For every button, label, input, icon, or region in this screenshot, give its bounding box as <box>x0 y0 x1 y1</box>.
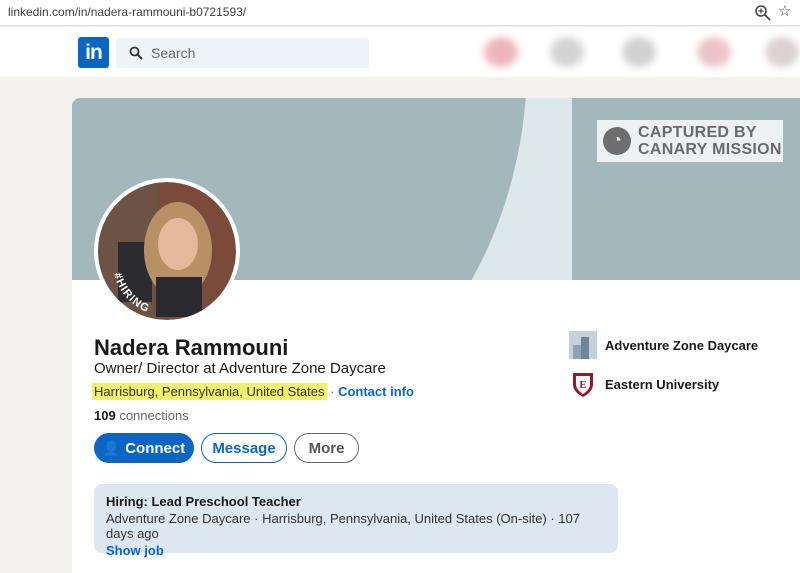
company-name: Adventure Zone Daycare <box>605 337 759 353</box>
hiring-card[interactable]: Hiring: Lead Preschool Teacher Adventure… <box>94 484 618 558</box>
url-text[interactable]: linkedin.com/in/nadera-rammouni-b0721593… <box>8 5 246 19</box>
profile-name: Nadera Rammouni <box>94 335 289 360</box>
connect-label: Connect <box>125 439 186 457</box>
school-shield-icon: E <box>573 373 593 397</box>
watermark-line2: CANARY MISSION <box>638 141 782 158</box>
blurred-nav-icon[interactable] <box>622 37 656 67</box>
add-person-icon: 👤 <box>102 439 121 456</box>
hiring-title: Hiring: Lead Preschool Teacher <box>106 494 301 509</box>
school-name: Eastern University <box>605 376 720 392</box>
bookmark-star-icon[interactable]: ☆ <box>778 2 791 20</box>
watermark-stamp: ◔ CAPTURED BY CANARY MISSION <box>597 120 783 162</box>
avatar-photo: #HIRING <box>98 182 236 320</box>
company-logo-icon <box>569 331 597 359</box>
top-nav: in <box>0 27 800 77</box>
education-school[interactable]: E Eastern University <box>569 370 719 398</box>
connect-button[interactable]: 👤 Connect <box>94 433 194 463</box>
search-box[interactable] <box>116 38 369 68</box>
search-icon <box>129 46 143 60</box>
profile-headline: Owner/ Director at Adventure Zone Daycar… <box>94 360 386 377</box>
linkedin-logo[interactable]: in <box>78 37 109 68</box>
contact-info-link[interactable]: Contact info <box>338 384 414 399</box>
blurred-nav-icon[interactable] <box>697 37 731 67</box>
separator: · <box>326 384 339 399</box>
blurred-nav-icon[interactable] <box>765 37 799 67</box>
zoom-icon[interactable] <box>754 4 772 22</box>
watermark-line1: CAPTURED BY <box>638 124 757 141</box>
connections-label: connections <box>115 408 189 423</box>
hiring-subtitle: Adventure Zone Daycare · Harrisburg, Pen… <box>106 511 580 541</box>
connections-count: 109 <box>94 408 116 423</box>
search-input[interactable] <box>151 44 351 62</box>
avatar[interactable]: #HIRING <box>94 178 240 324</box>
profile-card: ◔ CAPTURED BY CANARY MISSION #HIRING Nad… <box>72 98 800 573</box>
blurred-nav-icon[interactable] <box>484 37 518 67</box>
more-button[interactable]: More <box>294 433 359 463</box>
show-job-link[interactable]: Show job <box>106 543 606 558</box>
canary-bird-icon: ◔ <box>603 127 631 155</box>
location-text: Harrisburg, Pennsylvania, United States <box>92 383 327 400</box>
message-button[interactable]: Message <box>201 433 287 463</box>
current-company[interactable]: Adventure Zone Daycare <box>569 331 758 359</box>
svg-text:E: E <box>579 379 586 391</box>
location-line: Harrisburg, Pennsylvania, United States … <box>92 383 414 400</box>
browser-url-bar[interactable]: linkedin.com/in/nadera-rammouni-b0721593… <box>0 0 800 26</box>
connections[interactable]: 109 connections <box>94 408 189 423</box>
blurred-nav-icon[interactable] <box>550 37 584 67</box>
